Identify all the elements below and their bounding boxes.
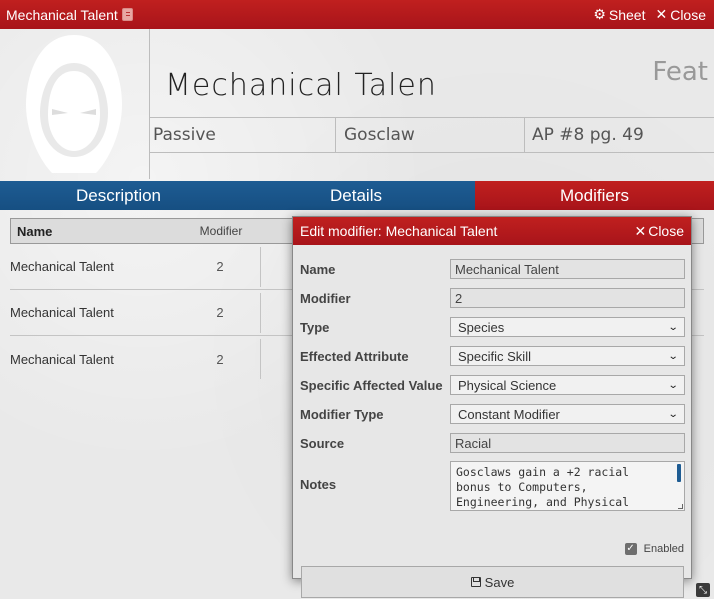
gear-icon: ⚙ [593,6,606,22]
row-name: Mechanical Talent [10,305,114,320]
column-modifier: Modifier [199,224,243,238]
effected-attribute-label: Effected Attribute [300,349,409,364]
modifier-type-select[interactable]: Constant Modifier ⌄ [450,404,685,424]
info-row: Passive Gosclaw AP #8 pg. 49 [150,117,714,153]
row-divider [260,246,261,287]
type-label: Type [300,320,330,335]
modifier-label: Modifier [300,291,351,306]
resize-grip-icon[interactable] [678,504,683,509]
window-title: Mechanical Talent [6,7,133,23]
notes-scrollbar[interactable] [677,464,681,482]
sheet-label: Sheet [608,6,646,23]
item-type: Feat [652,57,708,87]
sheet-button[interactable]: ⚙ Sheet [593,6,645,23]
save-label: Save [484,574,515,590]
column-name: Name [17,223,53,239]
window-title-bar: Mechanical Talent ⚙ Sheet ✕ Close [0,0,714,29]
hooded-figure-icon [26,35,122,173]
tab-details[interactable]: Details [237,181,475,210]
enabled-toggle[interactable]: ✓ Enabled [624,543,684,555]
enabled-label: Enabled [643,543,684,555]
source-label: Source [300,436,345,451]
effected-attribute-select[interactable]: Specific Skill ⌄ [450,346,685,366]
row-divider [260,292,261,333]
specific-value-label: Specific Affected Value [300,378,443,393]
type-select[interactable]: Species ⌄ [450,317,685,337]
book-icon[interactable] [121,8,133,21]
dialog-close-button[interactable]: ✕ Close [634,217,684,245]
close-icon: ✕ [655,6,668,22]
activation-field[interactable]: Passive [150,118,336,152]
dialog-title-bar[interactable]: Edit modifier: Mechanical Talent ✕ Close [293,217,691,245]
tab-modifiers[interactable]: Modifiers [475,181,714,210]
notes-label: Notes [300,477,337,492]
source-field[interactable]: AP #8 pg. 49 [525,118,714,152]
item-image[interactable] [0,29,150,179]
chevron-down-icon: ⌄ [667,379,679,391]
modifier-type-label: Modifier Type [300,407,384,422]
effected-attribute-value: Specific Skill [458,348,531,364]
window-title-text: Mechanical Talent [6,6,118,23]
item-name[interactable]: Mechanical Talen [165,68,437,103]
tab-bar: Description Details Modifiers [0,181,714,210]
save-button[interactable]: Save [301,566,684,598]
specific-value-select[interactable]: Physical Science ⌄ [450,375,685,395]
row-name: Mechanical Talent [10,351,114,367]
modifier-input[interactable]: 2 [450,288,685,308]
chevron-down-icon: ⌄ [667,321,679,333]
name-label: Name [300,262,336,277]
notes-text: Gosclaws gain a +2 racial bonus to Compu… [456,465,630,509]
notes-textarea[interactable]: Gosclaws gain a +2 racial bonus to Compu… [450,461,685,511]
chevron-down-icon: ⌄ [667,350,679,362]
name-input[interactable]: Mechanical Talent [450,259,685,279]
floppy-disk-icon [470,577,481,587]
modifier-type-value: Constant Modifier [458,406,560,422]
dialog-close-label: Close [648,223,684,239]
tab-description[interactable]: Description [0,181,237,210]
row-modifier: 2 [216,351,224,367]
row-modifier: 2 [216,305,224,320]
type-value: Species [458,319,505,335]
enabled-checkbox[interactable]: ✓ [624,543,637,555]
window-resize-icon[interactable]: ⤡ [696,583,710,597]
race-field[interactable]: Gosclaw [336,118,525,152]
source-input[interactable]: Racial [450,433,685,453]
close-icon: ✕ [634,222,647,239]
specific-value-value: Physical Science [458,377,557,393]
row-name: Mechanical Talent [10,259,114,274]
row-modifier: 2 [216,259,224,274]
edit-modifier-dialog: Edit modifier: Mechanical Talent ✕ Close… [292,216,692,598]
close-button[interactable]: ✕ Close [655,6,706,23]
chevron-down-icon: ⌄ [667,408,679,420]
dialog-title: Edit modifier: Mechanical Talent [300,223,498,239]
row-divider [260,339,261,379]
close-label: Close [670,6,706,23]
